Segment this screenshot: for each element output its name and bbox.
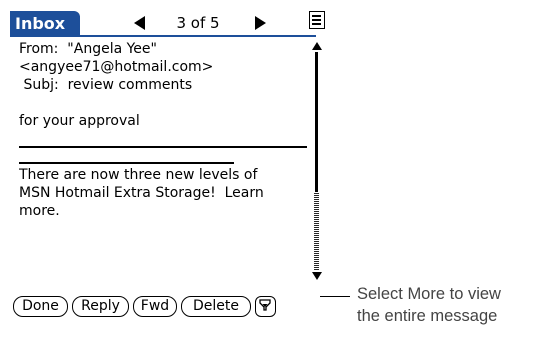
scrollbar[interactable] xyxy=(311,40,323,284)
message-position-label: 3 of 5 xyxy=(176,14,220,32)
delete-button[interactable]: Delete xyxy=(181,296,251,317)
footer-line: more. xyxy=(19,203,60,219)
body-text: for your approval xyxy=(19,113,140,129)
subject-line: Subj: review comments xyxy=(19,77,193,93)
separator-long xyxy=(19,146,307,148)
menu-icon-line xyxy=(312,23,321,25)
footer-line: MSN Hotmail Extra Storage! Learn xyxy=(19,185,264,201)
footer-text: There are now three new levels of MSN Ho… xyxy=(19,166,311,220)
title-underline xyxy=(10,35,316,37)
menu-icon-line xyxy=(312,15,321,17)
scroll-thumb[interactable] xyxy=(315,52,318,192)
from-email-line: <angyee71@hotmail.com> xyxy=(19,59,214,75)
callout-leader-line xyxy=(320,296,350,297)
scroll-up-arrow-icon[interactable] xyxy=(312,42,322,50)
forward-button[interactable]: Fwd xyxy=(133,296,177,317)
callout-annotation: Select More to view the entire message xyxy=(357,283,557,327)
scroll-down-arrow-icon[interactable] xyxy=(312,272,322,280)
previous-message-icon[interactable] xyxy=(134,16,145,30)
next-message-icon[interactable] xyxy=(255,16,266,30)
title-bar: Inbox 3 of 5 xyxy=(10,8,330,38)
message-body[interactable]: From: "Angela Yee" <angyee71@hotmail.com… xyxy=(19,40,311,288)
more-down-icon xyxy=(259,299,271,311)
footer-line: There are now three new levels of xyxy=(19,167,258,183)
from-line: From: "Angela Yee" xyxy=(19,41,157,57)
palm-email-screen: Inbox 3 of 5 From: "Angela Yee" <angyee7… xyxy=(10,8,330,328)
callout-line-2: the entire message xyxy=(357,307,498,325)
callout-line-1: Select More to view xyxy=(357,285,501,303)
menu-icon[interactable] xyxy=(309,11,325,29)
scroll-track[interactable] xyxy=(314,192,319,270)
separator-short xyxy=(19,162,234,164)
menu-icon-line xyxy=(312,19,321,21)
more-button[interactable] xyxy=(255,296,276,317)
reply-button[interactable]: Reply xyxy=(72,296,129,317)
done-button[interactable]: Done xyxy=(13,296,68,317)
button-bar: Done Reply Fwd Delete xyxy=(10,296,330,320)
inbox-tab[interactable]: Inbox xyxy=(10,11,80,36)
